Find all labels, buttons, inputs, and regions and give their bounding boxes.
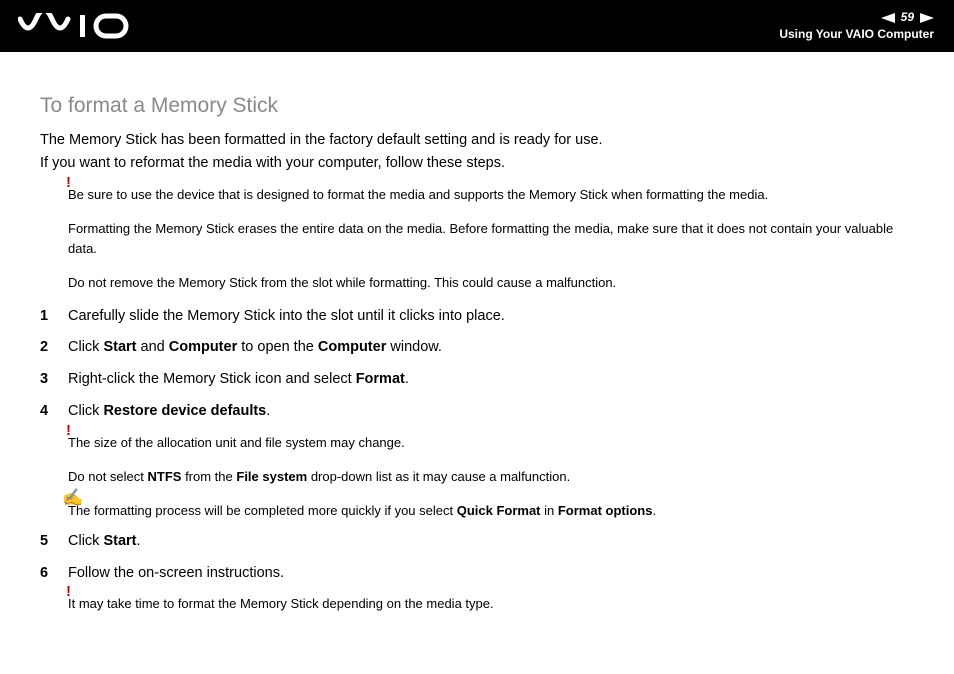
step-item: Follow the on-screen instructions. ! It … bbox=[40, 563, 914, 615]
note-block: ✍ The formatting process will be complet… bbox=[68, 501, 914, 521]
warning-icon: ! bbox=[66, 419, 71, 442]
header-bar: 59 Using Your VAIO Computer bbox=[0, 0, 954, 52]
header-right: 59 Using Your VAIO Computer bbox=[779, 10, 934, 42]
step-item: Click Start. bbox=[40, 531, 914, 553]
warning-icon: ! bbox=[66, 580, 71, 603]
warning-text: The size of the allocation unit and file… bbox=[68, 435, 405, 450]
header-section: Using Your VAIO Computer bbox=[779, 27, 934, 42]
warning-icon: ! bbox=[66, 171, 71, 194]
intro-text: The Memory Stick has been formatted in t… bbox=[40, 130, 914, 176]
next-page-icon[interactable] bbox=[920, 13, 934, 23]
step-item: Click Start and Computer to open the Com… bbox=[40, 337, 914, 359]
page-nav: 59 bbox=[779, 10, 934, 25]
vaio-logo bbox=[18, 13, 138, 39]
warning-text: Formatting the Memory Stick erases the e… bbox=[68, 221, 893, 256]
page-title: To format a Memory Stick bbox=[40, 90, 914, 122]
step-item: Carefully slide the Memory Stick into th… bbox=[40, 306, 914, 328]
warning-block: ! Be sure to use the device that is desi… bbox=[68, 185, 914, 294]
page-number: 59 bbox=[901, 10, 914, 25]
warning-text: It may take time to format the Memory St… bbox=[68, 596, 494, 611]
page-body: To format a Memory Stick The Memory Stic… bbox=[0, 52, 954, 615]
warning-block: ! The size of the allocation unit and fi… bbox=[68, 433, 914, 487]
warning-block: ! It may take time to format the Memory … bbox=[68, 594, 914, 614]
intro-line: The Memory Stick has been formatted in t… bbox=[40, 130, 914, 152]
warning-text: Do not remove the Memory Stick from the … bbox=[68, 275, 616, 290]
prev-page-icon[interactable] bbox=[881, 13, 895, 23]
steps-list: Carefully slide the Memory Stick into th… bbox=[40, 306, 914, 615]
intro-line: If you want to reformat the media with y… bbox=[40, 153, 914, 175]
step-item: Click Restore device defaults. ! The siz… bbox=[40, 401, 914, 521]
step-item: Right-click the Memory Stick icon and se… bbox=[40, 369, 914, 391]
note-icon: ✍ bbox=[62, 485, 83, 511]
warning-text: Be sure to use the device that is design… bbox=[68, 187, 768, 202]
